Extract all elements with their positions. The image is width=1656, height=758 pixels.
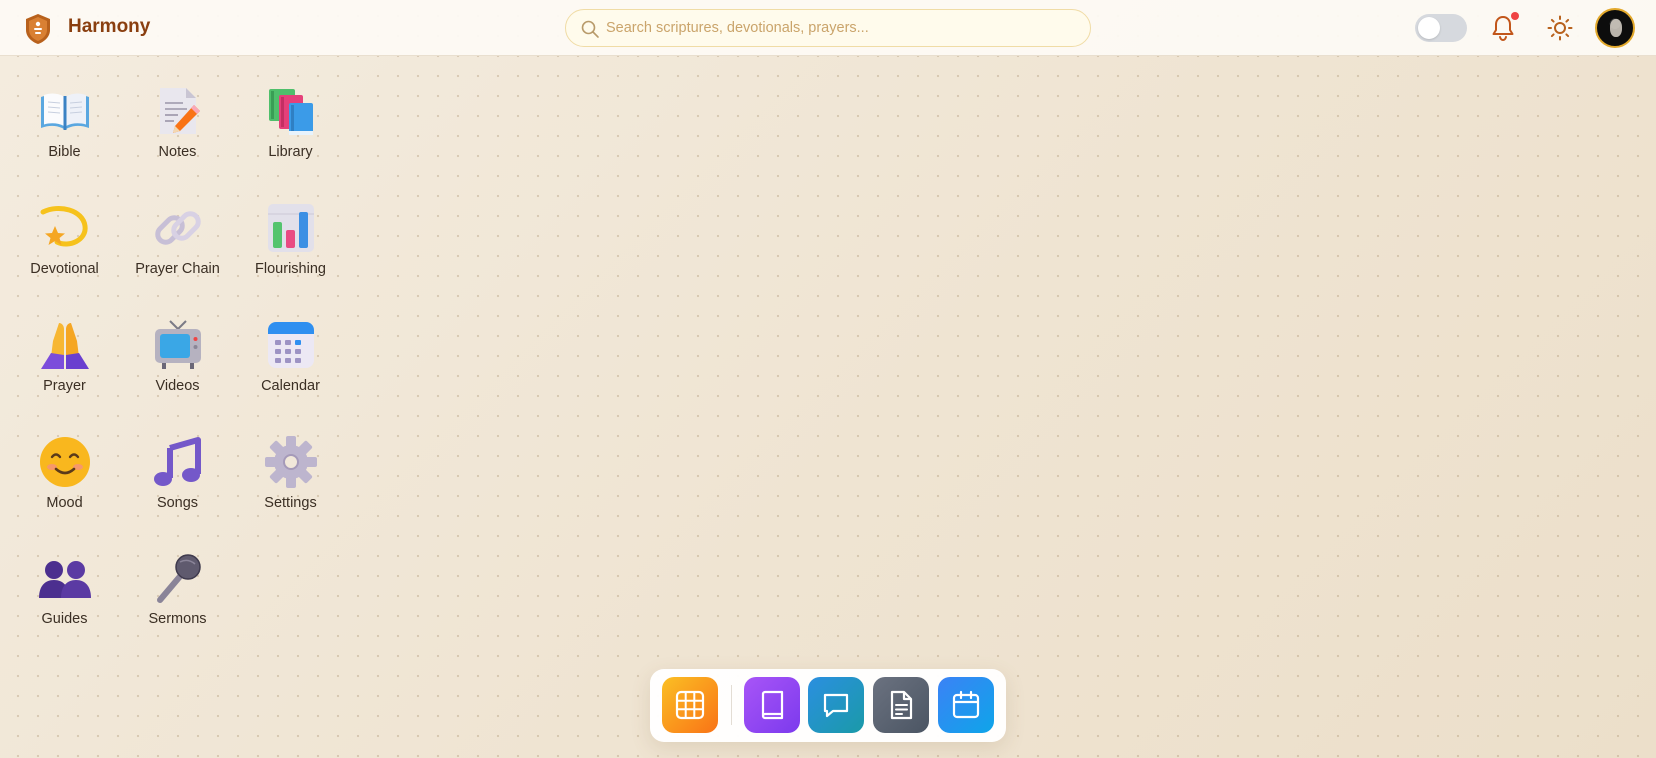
app-label: Notes xyxy=(158,144,197,160)
app-label: Devotional xyxy=(30,261,99,277)
dock-divider xyxy=(731,685,732,725)
app-bible[interactable]: Bible xyxy=(8,63,121,173)
app-mood[interactable]: Mood xyxy=(8,414,121,524)
app-label: Videos xyxy=(155,378,200,394)
bar-chart-icon xyxy=(267,204,314,252)
dock-bible-button[interactable] xyxy=(744,677,800,733)
open-book-icon xyxy=(40,93,89,130)
dock-chat-button[interactable] xyxy=(808,677,864,733)
gear-icon xyxy=(264,436,317,488)
dizzy-star-icon xyxy=(40,206,88,247)
notepad-pencil-icon xyxy=(159,88,200,134)
app-label: Mood xyxy=(46,495,83,511)
app-devotional[interactable]: Devotional xyxy=(8,180,121,290)
dock xyxy=(650,669,1006,742)
app-videos[interactable]: Videos xyxy=(121,297,234,407)
app-label: Prayer xyxy=(43,378,86,394)
theme-toggle[interactable] xyxy=(1415,14,1467,42)
app-songs[interactable]: Songs xyxy=(121,414,234,524)
app-grid: Bible Notes Library Devotional Prayer Ch… xyxy=(0,0,360,640)
app-label: Settings xyxy=(264,495,317,511)
grid-icon xyxy=(675,690,705,720)
chain-link-icon xyxy=(154,211,201,245)
app-flourishing[interactable]: Flourishing xyxy=(234,180,347,290)
app-label: Sermons xyxy=(148,611,207,627)
app-label: Songs xyxy=(156,495,199,511)
book-icon xyxy=(761,690,784,720)
praying-hands-icon xyxy=(40,323,89,369)
dock-calendar-button[interactable] xyxy=(938,677,994,733)
search-icon xyxy=(581,20,599,38)
dock-apps-button[interactable] xyxy=(662,677,718,733)
dock-notes-button[interactable] xyxy=(873,677,929,733)
app-notes[interactable]: Notes xyxy=(121,63,234,173)
app-label: Calendar xyxy=(261,378,320,394)
app-library[interactable]: Library xyxy=(234,63,347,173)
sun-icon[interactable] xyxy=(1546,14,1574,42)
app-settings[interactable]: Settings xyxy=(234,414,347,524)
chat-bubble-icon xyxy=(823,693,849,718)
toggle-knob xyxy=(1418,17,1440,39)
microphone-icon xyxy=(156,554,201,603)
app-label: Bible xyxy=(48,144,81,160)
calendar-icon xyxy=(952,690,980,719)
document-icon xyxy=(890,690,913,720)
smiling-face-icon xyxy=(39,437,90,487)
search-input[interactable] xyxy=(606,10,1076,46)
app-label: Prayer Chain xyxy=(135,261,220,277)
app-prayer-chain[interactable]: Prayer Chain xyxy=(121,180,234,290)
app-prayer[interactable]: Prayer xyxy=(8,297,121,407)
notification-dot xyxy=(1511,12,1519,20)
app-label: Library xyxy=(268,144,313,160)
people-icon xyxy=(38,561,91,598)
app-label: Flourishing xyxy=(255,261,326,277)
books-icon xyxy=(268,89,313,135)
calendar-icon xyxy=(267,322,314,368)
app-guides[interactable]: Guides xyxy=(8,530,121,640)
app-calendar[interactable]: Calendar xyxy=(234,297,347,407)
app-label: Guides xyxy=(41,611,88,627)
music-note-icon xyxy=(153,437,201,486)
app-sermons[interactable]: Sermons xyxy=(121,530,234,640)
search-bar[interactable] xyxy=(565,9,1091,47)
television-icon xyxy=(154,320,201,369)
user-avatar[interactable] xyxy=(1595,8,1635,48)
